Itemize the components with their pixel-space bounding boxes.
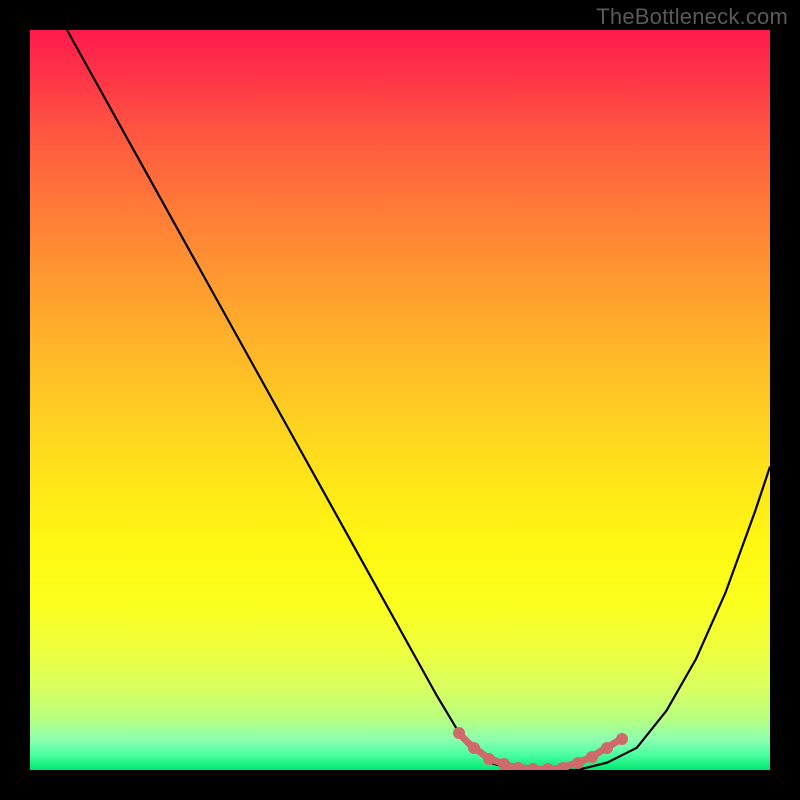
bottleneck-curve <box>30 30 770 770</box>
watermark-text: TheBottleneck.com <box>596 4 788 30</box>
plot-area <box>30 30 770 770</box>
optimal-range-marker <box>616 733 628 745</box>
